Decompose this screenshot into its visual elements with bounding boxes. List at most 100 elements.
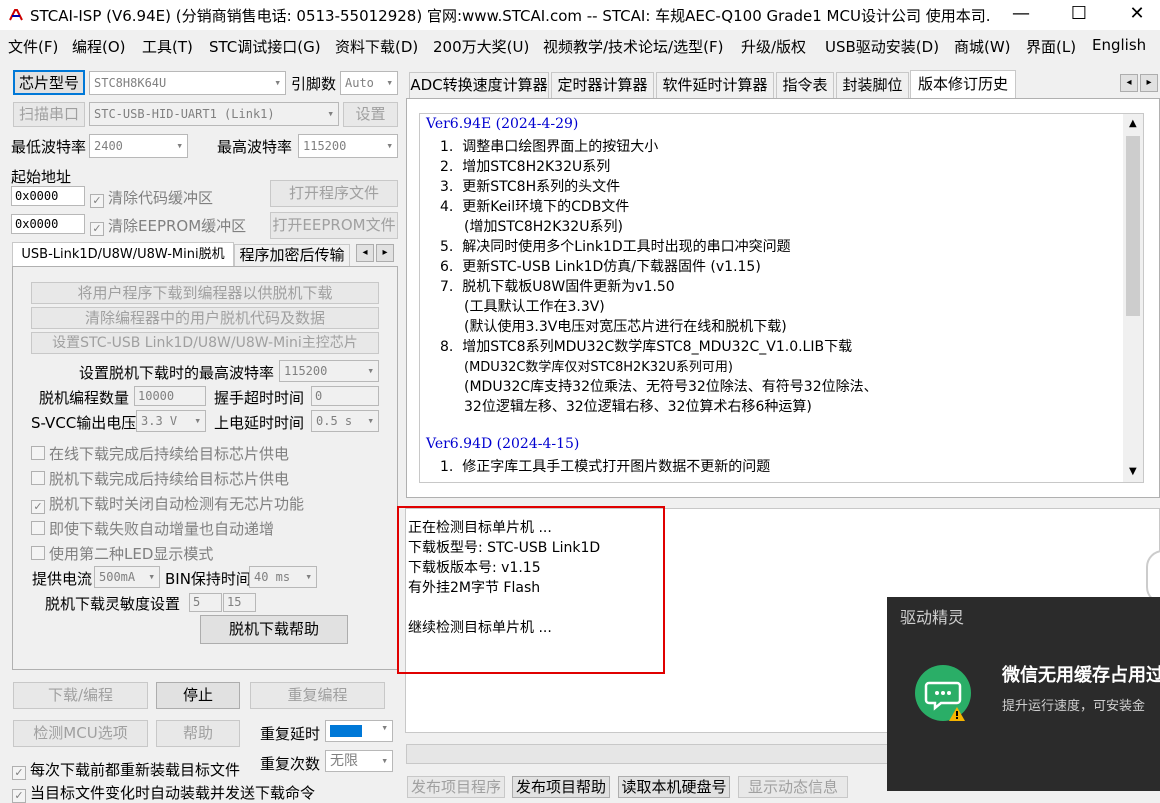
download-to-programmer-button[interactable]: 将用户程序下载到编程器以供脱机下载 — [31, 282, 379, 304]
chevron-down-icon: ▾ — [176, 139, 183, 152]
tab-encrypted-transfer[interactable]: 程序加密后传输 — [234, 244, 350, 267]
offline-count-label: 脱机编程数量 — [39, 389, 130, 407]
offline-help-button[interactable]: 脱机下载帮助 — [200, 615, 348, 644]
tab-scroll-right-icon[interactable]: ▸ — [1140, 74, 1158, 92]
download-program-button[interactable]: 下载/编程 — [13, 682, 148, 709]
chip-select[interactable]: STC8H8K64U ▾ — [89, 71, 286, 95]
minimize-button[interactable]: — — [992, 0, 1050, 30]
reload-checkbox[interactable]: ✓ 每次下载前都重新装载目标文件 — [12, 759, 240, 780]
history-item: 7. 脱机下载板U8W固件更新为v1.50 — [440, 276, 675, 296]
repeat-program-button[interactable]: 重复编程 — [250, 682, 385, 709]
tab-package-pins[interactable]: 封装脚位 — [836, 72, 909, 98]
scroll-up-icon[interactable]: ▲ — [1129, 118, 1137, 129]
show-dynamic-info-button[interactable]: 显示动态信息 — [738, 776, 848, 798]
tab-delay-calculator[interactable]: 软件延时计算器 — [656, 72, 774, 98]
address-field-2[interactable]: 0x0000 — [11, 214, 85, 234]
menu-usb-driver[interactable]: USB驱动安装(D) — [825, 36, 939, 57]
pin-count-select[interactable]: Auto ▾ — [340, 71, 398, 95]
chk-online-power[interactable]: 在线下载完成后持续给目标芯片供电 — [31, 443, 289, 464]
open-program-button[interactable]: 打开程序文件 — [270, 180, 398, 207]
item-number: 1. — [440, 459, 454, 475]
settings-button[interactable]: 设置 — [343, 102, 398, 127]
set-master-chip-button[interactable]: 设置STC-USB Link1D/U8W/U8W-Mini主控芯片 — [31, 332, 379, 354]
close-button[interactable]: ✕ — [1108, 0, 1160, 30]
handshake-label: 握手超时时间 — [214, 389, 305, 407]
menu-debug[interactable]: STC调试接口(G) — [209, 36, 321, 57]
offline-max-baud-label: 设置脱机下载时的最高波特率 — [79, 364, 275, 382]
clear-code-checkbox[interactable]: ✓ 清除代码缓冲区 — [90, 187, 213, 208]
chk-led-mode[interactable]: 使用第二种LED显示模式 — [31, 543, 213, 564]
repeat-delay-select[interactable]: ▾ — [325, 720, 393, 742]
checkmark-icon: ✓ — [90, 194, 104, 208]
driver-genius-popup[interactable]: 驱动精灵 微信无用缓存占用过 提升运行速度，可安装金 — [887, 597, 1160, 791]
repeat-count-value: 无限 — [330, 753, 358, 769]
svcc-select[interactable]: 3.3 V ▾ — [136, 410, 206, 432]
menu-tools[interactable]: 工具(T) — [142, 36, 193, 57]
offline-count-field[interactable]: 10000 — [134, 386, 206, 406]
tab-scroll-right-icon[interactable]: ▸ — [376, 244, 394, 262]
open-eeprom-button[interactable]: 打开EEPROM文件 — [270, 212, 398, 239]
svcc-value: 3.3 V — [141, 414, 178, 428]
scroll-down-icon[interactable]: ▼ — [1129, 466, 1137, 477]
offline-max-baud-select[interactable]: 115200 ▾ — [279, 360, 379, 382]
floating-widget[interactable] — [1146, 550, 1160, 604]
current-select[interactable]: 500mA ▾ — [94, 566, 160, 588]
menu-download[interactable]: 资料下载(D) — [335, 36, 418, 57]
chk-offline-power-label: 脱机下载完成后持续给目标芯片供电 — [49, 470, 290, 488]
max-baud-select[interactable]: 115200 ▾ — [298, 134, 398, 158]
tab-revision-history[interactable]: 版本修订历史 — [910, 70, 1016, 99]
sensitivity-field-2[interactable]: 15 — [223, 593, 256, 612]
menu-mall[interactable]: 商城(W) — [954, 36, 1011, 57]
bin-hold-label: BIN保持时间 — [165, 570, 251, 588]
chevron-down-icon: ▾ — [381, 754, 388, 767]
history-item: 3. 更新STC8H系列的头文件 — [440, 176, 620, 196]
repeat-count-select[interactable]: 无限 ▾ — [325, 750, 393, 772]
power-delay-select[interactable]: 0.5 s ▾ — [311, 410, 379, 432]
clear-code-label: 清除代码缓冲区 — [108, 189, 214, 207]
history-scrollbar[interactable]: ▲ ▼ — [1123, 114, 1143, 482]
read-disk-id-button[interactable]: 读取本机硬盘号 — [618, 776, 730, 798]
publish-project-button[interactable]: 发布项目程序 — [407, 776, 505, 798]
tab-instruction-table[interactable]: 指令表 — [776, 72, 834, 98]
menu-prize[interactable]: 200万大奖(U) — [433, 36, 529, 57]
publish-help-button[interactable]: 发布项目帮助 — [512, 776, 610, 798]
history-subline: (默认使用3.3V电压对宽压芯片进行在线和脱机下载) — [464, 319, 787, 335]
address-field-1[interactable]: 0x0000 — [11, 186, 85, 206]
tab-scroll-left-icon[interactable]: ◂ — [1120, 74, 1138, 92]
menu-video[interactable]: 视频教学/技术论坛/选型(F) — [543, 36, 723, 57]
bin-hold-select[interactable]: 40 ms ▾ — [249, 566, 317, 588]
menu-file[interactable]: 文件(F) — [8, 36, 58, 57]
highlight-box — [397, 506, 665, 674]
popup-title: 驱动精灵 — [900, 608, 965, 627]
check-mcu-button[interactable]: 检测MCU选项 — [13, 720, 148, 747]
chk-auto-increment[interactable]: 即使下载失败自动增量也自动递增 — [31, 518, 274, 539]
maximize-button[interactable]: ☐ — [1050, 0, 1108, 30]
menu-upgrade[interactable]: 升级/版权 — [741, 36, 806, 57]
chk-offline-power[interactable]: 脱机下载完成后持续给目标芯片供电 — [31, 468, 289, 489]
repeat-delay-label: 重复延时 — [260, 725, 321, 743]
tab-scroll-left-icon[interactable]: ◂ — [356, 244, 374, 262]
clear-offline-button[interactable]: 清除编程器中的用户脱机代码及数据 — [31, 307, 379, 329]
scan-port-button[interactable]: 扫描串口 — [13, 102, 85, 127]
chk-disable-detect[interactable]: ✓ 脱机下载时关闭自动检测有无芯片功能 — [31, 493, 304, 514]
min-baud-select[interactable]: 2400 ▾ — [89, 134, 188, 158]
checkmark-icon: ✓ — [31, 500, 45, 514]
auto-load-checkbox[interactable]: ✓ 当目标文件变化时自动装载并发送下载命令 — [12, 782, 315, 803]
scrollbar-thumb[interactable] — [1126, 136, 1140, 316]
port-select[interactable]: STC-USB-HID-UART1 (Link1) ▾ — [89, 102, 339, 126]
help-button[interactable]: 帮助 — [156, 720, 240, 747]
menu-interface[interactable]: 界面(L) — [1026, 36, 1076, 57]
tab-timer-calculator[interactable]: 定时器计算器 — [551, 72, 654, 98]
tab-adc-calculator[interactable]: ADC转换速度计算器 — [409, 72, 549, 98]
min-baud-label: 最低波特率 — [11, 138, 87, 156]
menu-english[interactable]: English — [1092, 36, 1146, 54]
stop-button[interactable]: 停止 — [156, 682, 240, 709]
sensitivity-field-1[interactable]: 5 — [189, 593, 222, 612]
chip-type-button[interactable]: 芯片型号 — [13, 70, 85, 95]
tab-offline[interactable]: USB-Link1D/U8W/U8W-Mini脱机 — [12, 242, 234, 267]
clear-eeprom-checkbox[interactable]: ✓ 清除EEPROM缓冲区 — [90, 215, 246, 236]
menu-program[interactable]: 编程(O) — [72, 36, 126, 57]
item-text: 更新STC-USB Link1D仿真/下载器固件 (v1.15) — [462, 259, 761, 275]
checkbox-icon — [31, 546, 45, 560]
handshake-field[interactable]: 0 — [311, 386, 379, 406]
